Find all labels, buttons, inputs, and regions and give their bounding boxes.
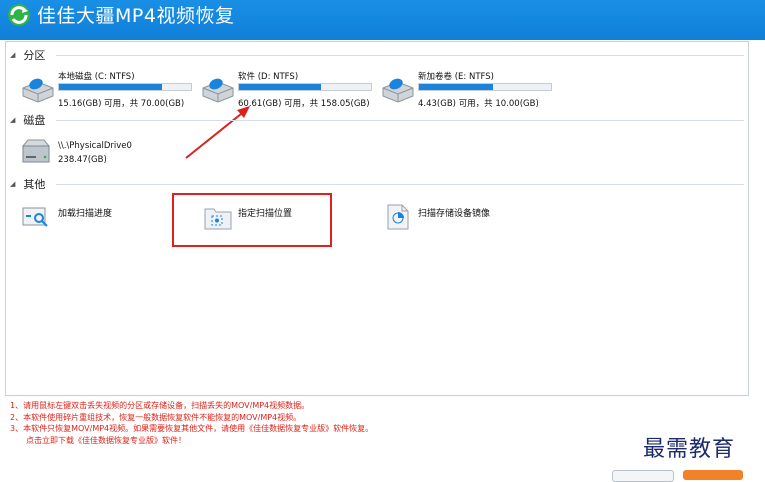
- note-line: 2、本软件使用碎片重组技术，恢复一般数据恢复软件不能恢复的MOV/MP4视频。: [10, 412, 302, 422]
- usage-bar: [58, 83, 192, 91]
- section-title-other: 其他: [23, 178, 46, 191]
- disk-image-icon: [387, 204, 409, 230]
- section-title-disks: 磁盘: [23, 114, 46, 127]
- physical-disk-icon: [21, 139, 51, 163]
- app-logo-icon: [8, 4, 30, 26]
- usage-bar-fill: [59, 84, 162, 90]
- secondary-button[interactable]: [612, 470, 674, 482]
- section-divider: [56, 120, 744, 121]
- partition-name: 软件 (D: NTFS): [238, 72, 299, 82]
- partition-name: 新加卷卷 (E: NTFS): [418, 72, 494, 82]
- hard-drive-icon: [382, 78, 414, 103]
- primary-button[interactable]: [683, 470, 743, 480]
- section-header-other[interactable]: ◢ 其他: [10, 176, 45, 192]
- section-header-partitions[interactable]: ◢ 分区: [10, 47, 45, 63]
- annotation-arrow: [185, 106, 250, 159]
- title-bar: 佳佳大疆MP4视频恢复: [0, 0, 765, 40]
- disk-size: 238.47(GB): [58, 155, 107, 165]
- partition-size: 15.16(GB) 可用，共 70.00(GB): [58, 99, 185, 109]
- collapse-arrow-icon[interactable]: ◢: [10, 116, 15, 124]
- note-line: 3、本软件只恢复MOV/MP4视频。如果需要恢复其他文件，请使用《佳佳数据恢复专…: [10, 424, 374, 434]
- usage-bar: [418, 83, 552, 91]
- section-header-disks[interactable]: ◢ 磁盘: [10, 112, 45, 128]
- note-line: 1、请用鼠标左键双击丢失视频的分区或存储设备，扫描丢失的MOV/MP4视频数据。: [10, 401, 310, 410]
- collapse-arrow-icon[interactable]: ◢: [10, 180, 15, 188]
- collapse-arrow-icon[interactable]: ◢: [10, 51, 15, 59]
- download-link[interactable]: 点击立即下载《佳佳数据恢复专业版》软件！: [10, 435, 373, 447]
- usage-bar: [238, 83, 372, 91]
- usage-bar-fill: [239, 84, 321, 90]
- usage-bar-fill: [419, 84, 493, 90]
- partition-size: 4.43(GB) 可用，共 10.00(GB): [418, 99, 539, 109]
- partition-name: 本地磁盘 (C: NTFS): [58, 72, 135, 82]
- annotation-highlight-box: [172, 193, 332, 247]
- section-divider: [56, 55, 744, 56]
- instructions-notes: 1、请用鼠标左键双击丢失视频的分区或存储设备，扫描丢失的MOV/MP4视频数据。…: [10, 400, 373, 446]
- disk-name: \\.\PhysicalDrive0: [58, 141, 132, 151]
- app-title: 佳佳大疆MP4视频恢复: [37, 5, 235, 27]
- tool-label: 加载扫描进度: [58, 209, 113, 219]
- watermark-text: 最需教育: [643, 437, 736, 462]
- load-progress-icon: [22, 207, 48, 227]
- section-divider: [56, 184, 744, 185]
- main-panel: [5, 41, 749, 396]
- section-title-partitions: 分区: [23, 49, 46, 62]
- hard-drive-icon: [22, 78, 54, 103]
- tool-label: 扫描存储设备镜像: [418, 209, 491, 219]
